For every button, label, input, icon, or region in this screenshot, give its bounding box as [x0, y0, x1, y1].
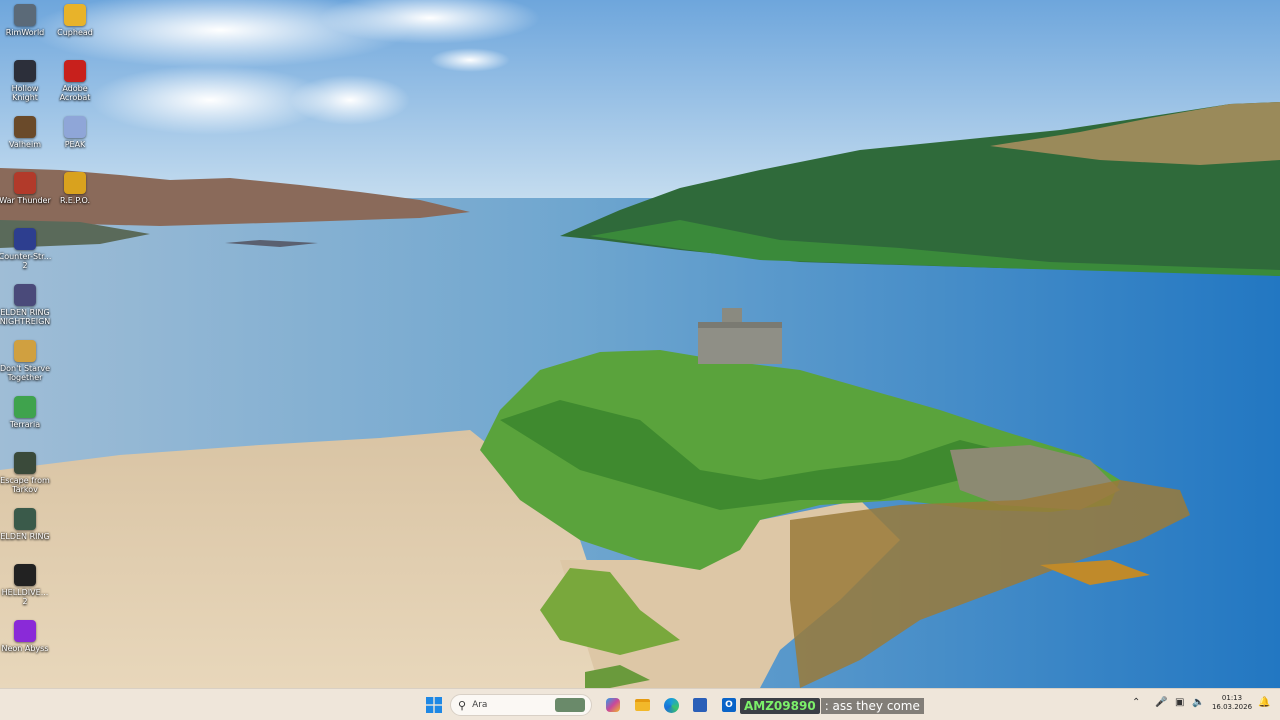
copilot-icon[interactable]	[602, 694, 624, 716]
desktop-shortcut[interactable]: ELDEN RING	[0, 508, 50, 541]
desktop-shortcut-label: Valheim	[9, 140, 41, 149]
desktop-shortcut[interactable]: Escape from Tarkov	[0, 452, 50, 494]
desktop-shortcut-label: Escape from Tarkov	[0, 476, 50, 494]
microphone-icon[interactable]: 🎤	[1155, 697, 1167, 708]
desktop-shortcut-label: Terraria	[9, 420, 41, 429]
chat-message: : ass they come	[820, 698, 924, 714]
desktop-shortcut-label: PEAK	[64, 140, 86, 149]
desktop-shortcut-label: ELDEN RING	[0, 532, 50, 541]
desktop-shortcut-label: Counter-Str... 2	[0, 252, 52, 270]
elden-ring-icon	[14, 508, 36, 530]
desktop-shortcut-label: RimWorld	[5, 28, 45, 37]
windows-start-icon[interactable]	[423, 694, 445, 716]
taskbar: ⚲ Ara O ⌃ 🎤 ▣ 🔈 🔔	[0, 688, 1280, 720]
network-icon[interactable]: ▣	[1175, 697, 1184, 708]
desktop-shortcut[interactable]: Valheim	[0, 116, 50, 149]
desktop-shortcut-label: Don't Starve Together	[0, 364, 51, 382]
desktop-shortcut[interactable]: War Thunder	[0, 172, 51, 205]
tarkov-icon	[14, 452, 36, 474]
desktop-shortcut[interactable]: PEAK	[50, 116, 100, 149]
notification-icon[interactable]: 🔔	[1258, 697, 1270, 708]
desktop-shortcut-label: R.E.P.O.	[59, 196, 91, 205]
desktop-shortcut[interactable]: R.E.P.O.	[50, 172, 100, 205]
desktop-shortcut-label: Neon Abyss	[1, 644, 49, 653]
desktop-shortcut[interactable]: Terraria	[0, 396, 50, 429]
dont-starve-icon	[14, 340, 36, 362]
edge-icon[interactable]	[660, 694, 682, 716]
desktop-shortcut[interactable]: Neon Abyss	[0, 620, 50, 653]
desktop-shortcut-label: Cuphead	[57, 28, 93, 37]
volume-icon[interactable]: 🔈	[1192, 697, 1204, 708]
peak-icon	[64, 116, 86, 138]
desktop-shortcut[interactable]: Cuphead	[50, 4, 100, 37]
desktop-shortcut[interactable]: HELLDIVE... 2	[0, 564, 50, 606]
desktop-shortcut[interactable]: Adobe Acrobat	[50, 60, 100, 102]
repo-icon	[64, 172, 86, 194]
neon-abyss-icon	[14, 620, 36, 642]
outlook-icon[interactable]: O	[718, 694, 740, 716]
desktop-shortcut[interactable]: ELDEN RING NIGHTREIGN	[0, 284, 50, 326]
desktop-shortcut-label: Adobe Acrobat	[59, 84, 91, 102]
adobe-acrobat-icon	[64, 60, 86, 82]
desktop-shortcut-label: ELDEN RING NIGHTREIGN	[0, 308, 51, 326]
search-input[interactable]: ⚲ Ara	[450, 694, 592, 716]
search-icon: ⚲	[458, 698, 467, 712]
search-placeholder: Ara	[472, 700, 488, 710]
desktop-shortcut-label: HELLDIVE... 2	[1, 588, 49, 606]
chevron-up-icon[interactable]: ⌃	[1132, 697, 1140, 708]
clock-time: 01:13	[1221, 694, 1243, 702]
counter-strike-icon	[14, 228, 36, 250]
chat-overlay: AMZ09890 : ass they come	[740, 697, 924, 715]
desktop-wallpaper	[0, 0, 1280, 688]
file-explorer-icon[interactable]	[631, 694, 653, 716]
desktop-shortcut[interactable]: Hollow Knight	[0, 60, 50, 102]
cuphead-icon	[64, 4, 86, 26]
desktop-shortcut-label: War Thunder	[0, 196, 51, 205]
elden-ring-nightreign-icon	[14, 284, 36, 306]
terraria-icon	[14, 396, 36, 418]
desktop-shortcut[interactable]: RimWorld	[0, 4, 50, 37]
widgets-icon[interactable]	[555, 698, 585, 712]
helldivers-icon	[14, 564, 36, 586]
clock-date: 16.03.2026	[1211, 703, 1253, 711]
chat-username: AMZ09890	[740, 698, 820, 714]
war-thunder-icon	[14, 172, 36, 194]
store-icon[interactable]	[689, 694, 711, 716]
hollow-knight-icon	[14, 60, 36, 82]
desktop-shortcut[interactable]: Don't Starve Together	[0, 340, 50, 382]
system-clock[interactable]: 01:13 16.03.2026	[1208, 694, 1256, 712]
valheim-icon	[14, 116, 36, 138]
desktop-shortcut-label: Hollow Knight	[11, 84, 39, 102]
desktop-shortcut[interactable]: Counter-Str... 2	[0, 228, 52, 270]
rimworld-icon	[14, 4, 36, 26]
